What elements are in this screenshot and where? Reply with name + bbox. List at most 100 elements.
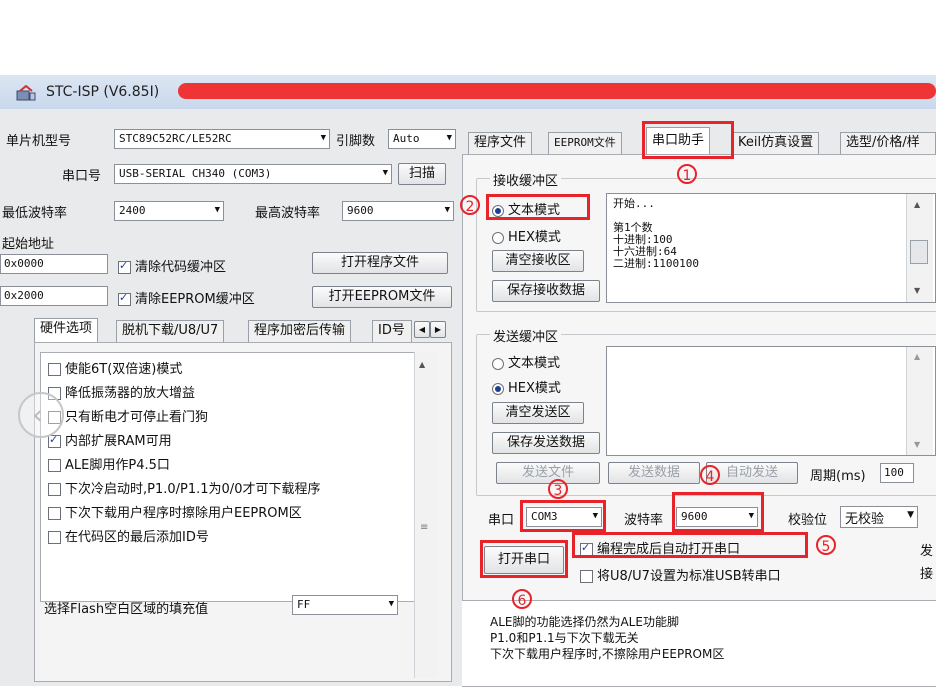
note-line: 下次下载用户程序时,不擦除用户EEPROM区 [490, 647, 725, 661]
save-recv-button[interactable]: 保存接收数据 [492, 280, 600, 302]
parity-select[interactable]: 无校验 ▼ [840, 506, 918, 528]
scroll-up-icon[interactable]: ▲ [419, 360, 425, 369]
min-baud-value: 2400 [119, 204, 146, 217]
scroll-down-icon[interactable]: ▼ [914, 286, 920, 295]
u8-usb-checkbox[interactable]: 将U8/U7设置为标准USB转串口 [580, 565, 781, 584]
eeprom-start-input[interactable]: 0x2000 [0, 286, 108, 306]
open-program-button[interactable]: 打开程序文件 [312, 252, 448, 274]
option-item[interactable]: 使能6T(双倍速)模式 [48, 358, 320, 382]
annotation-4: 4 [700, 465, 720, 485]
option-label: 使能6T(双倍速)模式 [65, 362, 183, 377]
recv-line [613, 210, 929, 222]
tab-scroll-right[interactable]: ▶ [430, 321, 446, 338]
recv-hex-mode-radio[interactable]: HEX模式 [492, 226, 561, 245]
start-addr-label: 起始地址 [2, 237, 55, 252]
clear-eeprom-checkbox[interactable]: 清除EEPROM缓冲区 [118, 288, 255, 307]
option-item[interactable]: 下次下载用户程序时擦除用户EEPROM区 [48, 502, 320, 526]
option-item[interactable]: 降低振荡器的放大增益 [48, 382, 320, 406]
checkbox-icon [48, 433, 61, 448]
option-label: 下次冷启动时,P1.0/P1.1为0/0才可下载程序 [65, 482, 321, 497]
option-label: 在代码区的最后添加ID号 [65, 530, 209, 545]
clear-send-button[interactable]: 清空发送区 [492, 402, 584, 424]
highlight-baud [672, 492, 764, 532]
annotation-1: 1 [677, 164, 697, 184]
max-baud-value: 9600 [347, 204, 374, 217]
scroll-up-icon[interactable]: ▲ [914, 200, 920, 209]
options-scrollbar[interactable] [414, 352, 437, 678]
serial-port-label: 串口 [488, 513, 515, 528]
send-file-button[interactable]: 发送文件 [496, 462, 600, 484]
chevron-down-icon: ▼ [382, 168, 388, 178]
port-value: USB-SERIAL CH340 (COM3) [119, 167, 272, 180]
scroll-thumb[interactable] [910, 240, 928, 264]
annotation-6: 6 [512, 589, 532, 609]
clear-recv-button[interactable]: 清空接收区 [492, 250, 584, 272]
tab-id[interactable]: ID号 [372, 320, 412, 342]
checkbox-icon [48, 363, 61, 376]
parity-label: 校验位 [788, 513, 828, 528]
min-baud-select[interactable]: 2400 ▼ [114, 201, 224, 221]
chevron-down-icon: ▼ [907, 510, 914, 520]
send-text-mode-label: 文本模式 [508, 356, 561, 371]
checkbox-icon [118, 259, 131, 274]
chevron-down-icon: ▼ [444, 205, 450, 215]
send-group-label: 发送缓冲区 [490, 326, 562, 345]
option-item[interactable]: 下次冷启动时,P1.0/P1.1为0/0才可下载程序 [48, 478, 320, 502]
recv-line: 开始... [613, 197, 655, 210]
option-item[interactable]: 在代码区的最后添加ID号 [48, 526, 320, 550]
pins-value: Auto [393, 132, 420, 145]
window-title: STC-ISP (V6.85I) [46, 84, 160, 100]
tab-program-file[interactable]: 程序文件 [468, 132, 533, 154]
options-items: 使能6T(双倍速)模式 降低振荡器的放大增益 只有断电才可停止看门狗 内部扩展R… [48, 358, 320, 550]
tab-offline[interactable]: 脱机下载/U8/U7 [116, 320, 225, 342]
checkbox-icon [48, 459, 61, 472]
mcu-label: 单片机型号 [6, 134, 72, 149]
fill-select[interactable]: FF ▼ [292, 595, 398, 615]
code-start-input[interactable]: 0x0000 [0, 254, 108, 274]
send-data-button[interactable]: 发送数据 [608, 462, 700, 484]
tab-eeprom-file[interactable]: EEPROM文件 [548, 132, 622, 154]
tab-keil-settings[interactable]: Keil仿真设置 [732, 132, 820, 154]
save-send-button[interactable]: 保存发送数据 [492, 432, 600, 454]
chevron-down-icon: ▼ [446, 133, 452, 143]
option-item[interactable]: ALE脚用作P4.5口 [48, 454, 320, 478]
clear-code-checkbox[interactable]: 清除代码缓冲区 [118, 256, 226, 275]
chevron-down-icon: ▼ [320, 133, 326, 143]
highlight-auto-open [572, 532, 808, 558]
app-icon [16, 84, 36, 101]
max-baud-label: 最高波特率 [255, 206, 321, 221]
max-baud-select[interactable]: 9600 ▼ [342, 201, 454, 221]
option-label: 降低振荡器的放大增益 [65, 386, 196, 401]
port-select[interactable]: USB-SERIAL CH340 (COM3) ▼ [114, 164, 392, 184]
tab-price[interactable]: 选型/价格/样 [840, 132, 936, 154]
send-scrollbar[interactable] [906, 347, 933, 455]
scroll-up-icon[interactable]: ▲ [914, 352, 920, 361]
back-nav-icon[interactable]: ‹ [18, 392, 64, 438]
scan-button[interactable]: 扫描 [398, 163, 446, 185]
checkbox-icon [48, 483, 61, 496]
tab-scroll-left[interactable]: ◀ [414, 321, 430, 338]
send-hex-mode-radio[interactable]: HEX模式 [492, 377, 561, 396]
period-input[interactable]: 100 [880, 463, 914, 483]
tab-encrypt[interactable]: 程序加密后传输 [248, 320, 352, 342]
redaction-mark [178, 83, 936, 99]
radio-icon [492, 382, 504, 395]
tab-hardware[interactable]: 硬件选项 [34, 318, 99, 342]
scroll-down-icon[interactable]: ▼ [914, 440, 920, 449]
option-label: 只有断电才可停止看门狗 [65, 410, 209, 425]
scroll-grip-icon[interactable]: ≡ [420, 522, 428, 533]
recv-textarea[interactable]: 开始... 第1个数 十进制:100 十六进制:64 二进制:1100100 [606, 193, 936, 303]
annotation-5: 5 [816, 535, 836, 555]
send-text-mode-radio[interactable]: 文本模式 [492, 352, 560, 371]
option-item[interactable]: 内部扩展RAM可用 [48, 430, 320, 454]
mcu-select[interactable]: STC89C52RC/LE52RC ▼ [114, 129, 330, 149]
min-baud-label: 最低波特率 [2, 206, 68, 221]
highlight-open-port [480, 540, 568, 578]
option-item[interactable]: 只有断电才可停止看门狗 [48, 406, 320, 430]
annotation-2: 2 [460, 195, 480, 215]
send-textarea[interactable] [606, 346, 936, 456]
radio-icon [492, 357, 504, 370]
open-eeprom-button[interactable]: 打开EEPROM文件 [312, 286, 452, 308]
pins-select[interactable]: Auto ▼ [388, 129, 456, 149]
side-label-recv: 接 [920, 567, 934, 582]
